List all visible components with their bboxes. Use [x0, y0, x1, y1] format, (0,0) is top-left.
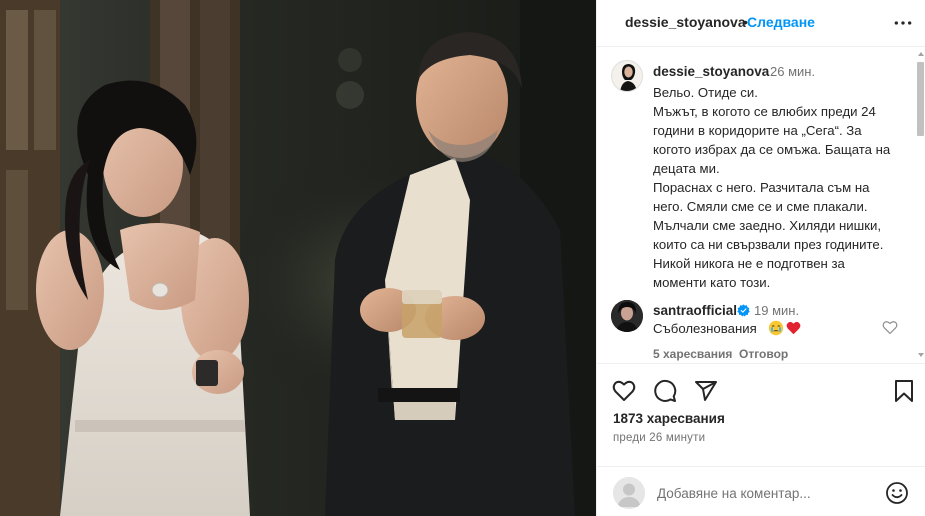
- caption-time[interactable]: 26 мин.: [770, 64, 815, 79]
- add-comment-bar: [597, 466, 925, 516]
- comment-icon[interactable]: [653, 379, 677, 403]
- comment-likes-count[interactable]: 5 харесвания: [653, 347, 732, 361]
- follow-button[interactable]: Следване: [747, 14, 815, 30]
- current-user-avatar: [613, 477, 645, 509]
- comment-like-heart-icon[interactable]: [882, 320, 898, 335]
- emoji-smiley-icon[interactable]: [885, 481, 909, 505]
- caption-avatar[interactable]: [611, 60, 643, 92]
- caption-text: Вельо. Отиде си. Мъжът, в когото се влюб…: [653, 85, 891, 290]
- scroll-down-arrow-icon[interactable]: [918, 353, 924, 357]
- red-heart-icon: [786, 321, 801, 335]
- verified-badge-icon: [737, 304, 750, 317]
- post-date[interactable]: преди 26 минути: [613, 432, 705, 444]
- comment-reply-button[interactable]: Отговор: [739, 347, 788, 361]
- comment-avatar[interactable]: [611, 300, 643, 332]
- header-username[interactable]: dessie_stoyanova: [625, 14, 746, 30]
- add-comment-input[interactable]: [657, 484, 857, 502]
- likes-count[interactable]: 1873 харесвания: [613, 411, 725, 426]
- heart-icon[interactable]: [612, 379, 636, 403]
- post-side-panel: dessie_stoyanova • Следване dessie_stoya…: [596, 0, 925, 516]
- comment-text: Съболезнования: [653, 321, 757, 336]
- crying-face-icon: [768, 320, 784, 336]
- bookmark-icon[interactable]: [892, 379, 916, 403]
- comment-username[interactable]: santraofficial: [653, 303, 737, 318]
- caption-username[interactable]: dessie_stoyanova: [653, 64, 769, 79]
- post-image: [0, 0, 596, 516]
- scrollbar-thumb[interactable]: [917, 62, 924, 136]
- comment-time[interactable]: 19 мин.: [754, 303, 799, 318]
- action-bar: [597, 365, 925, 415]
- share-icon[interactable]: [694, 379, 718, 403]
- post-photo[interactable]: [0, 0, 596, 516]
- comments-list[interactable]: dessie_stoyanova 26 мин. Вельо. Отиде си…: [597, 48, 925, 364]
- more-horizontal-icon[interactable]: [893, 13, 913, 33]
- scroll-up-arrow-icon[interactable]: [918, 52, 924, 56]
- post-header: dessie_stoyanova • Следване: [597, 0, 925, 47]
